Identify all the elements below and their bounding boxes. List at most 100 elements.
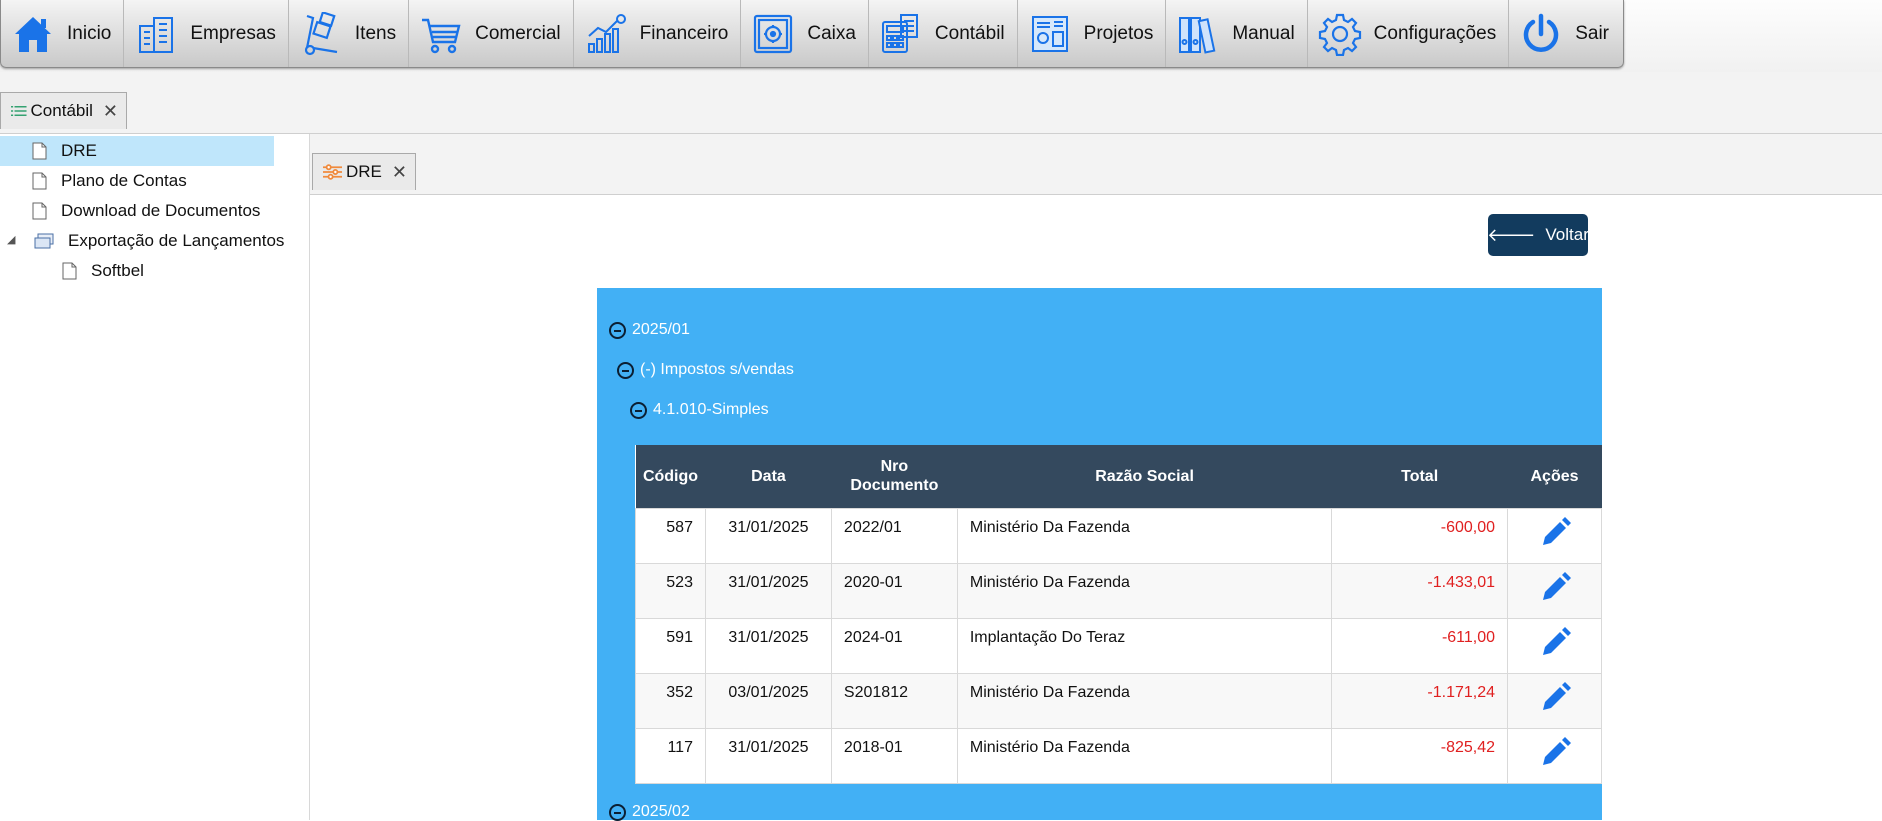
sidebar-item-label: Download de Documentos — [61, 201, 261, 220]
sidebar-item-exportacao-de-lancamentos[interactable]: Exportação de Lançamentos — [0, 226, 284, 256]
voltar-button[interactable]: 🡐 Voltar — [1487, 214, 1589, 256]
cell-total: -600,00 — [1331, 507, 1509, 564]
close-tab-icon[interactable]: ✕ — [392, 162, 407, 183]
edit-pencil-icon[interactable] — [1539, 571, 1571, 604]
cell-codigo: 352 — [635, 672, 706, 729]
menu-label: Inicio — [67, 22, 112, 44]
column-header-acoes: Ações — [1507, 445, 1602, 508]
edit-pencil-icon[interactable] — [1539, 626, 1571, 659]
document-icon — [32, 202, 47, 220]
voltar-label: Voltar — [1545, 225, 1589, 244]
menu-item-comercial[interactable]: Comercial — [409, 0, 574, 67]
sidebar-item-label: DRE — [61, 141, 97, 160]
cell-razao-social: Ministério Da Fazenda — [956, 672, 1333, 729]
menu-item-manual[interactable]: Manual — [1166, 0, 1308, 67]
tab-label: DRE — [346, 162, 382, 181]
sidebar-item-plano-de-contas[interactable]: Plano de Contas — [0, 166, 187, 196]
menu-item-contabil[interactable]: Contábil — [869, 0, 1018, 67]
cell-total: -611,00 — [1331, 617, 1509, 674]
menu-label: Itens — [354, 22, 397, 44]
cell-razao-social: Ministério Da Fazenda — [956, 507, 1333, 564]
group-label: 2025/01 — [632, 321, 690, 338]
edit-pencil-icon[interactable] — [1539, 736, 1571, 769]
cell-data: 31/01/2025 — [704, 617, 832, 674]
menu-item-caixa[interactable]: Caixa — [741, 0, 869, 67]
menu-label: Caixa — [807, 22, 856, 44]
cell-acoes — [1507, 617, 1602, 674]
cell-data: 31/01/2025 — [704, 507, 832, 564]
cell-data: 31/01/2025 — [704, 562, 832, 619]
group-period-2025-01[interactable]: 2025/01 — [609, 321, 690, 339]
cell-nro-documento: 2024-01 — [830, 617, 958, 674]
entries-table: Código Data Nro Documento Razão Social T… — [635, 445, 1602, 784]
sidebar-item-download-de-documentos[interactable]: Download de Documentos — [0, 196, 260, 226]
menu-item-empresas[interactable]: Empresas — [124, 0, 289, 67]
document-icon — [62, 262, 77, 280]
column-header-total[interactable]: Total — [1331, 445, 1508, 508]
cell-acoes — [1507, 672, 1602, 729]
cell-data: 31/01/2025 — [704, 727, 832, 784]
collapse-icon — [630, 401, 647, 419]
cell-acoes — [1507, 507, 1602, 564]
content-tab-strip: DRE ✕ — [310, 134, 1882, 195]
edit-pencil-icon[interactable] — [1539, 516, 1571, 549]
menu-label: Financeiro — [639, 22, 729, 44]
cell-razao-social: Ministério Da Fazenda — [956, 727, 1333, 784]
table-row: 352 03/01/2025 S201812 Ministério Da Faz… — [635, 672, 1602, 729]
cell-codigo: 591 — [635, 617, 706, 674]
cell-total: -1.433,01 — [1331, 562, 1509, 619]
safe-icon — [754, 14, 793, 53]
column-header-codigo[interactable]: Código — [635, 445, 706, 508]
group-period-2025-02[interactable]: 2025/02 — [609, 803, 690, 821]
column-header-razao-social[interactable]: Razão Social — [957, 445, 1332, 508]
menu-item-configuracoes[interactable]: Configurações — [1308, 0, 1510, 67]
close-tab-icon[interactable]: ✕ — [103, 101, 118, 122]
menu-label: Configurações — [1373, 22, 1497, 44]
module-tab-strip: Contábil ✕ — [0, 72, 1882, 134]
folder-stack-icon — [34, 233, 54, 249]
menu-label: Contábil — [934, 22, 1005, 44]
menu-label: Sair — [1575, 22, 1609, 44]
cell-codigo: 587 — [635, 507, 706, 564]
menu-item-financeiro[interactable]: Financeiro — [574, 0, 742, 67]
tab-contabil[interactable]: Contábil ✕ — [0, 92, 127, 129]
menu-label: Comercial — [475, 22, 561, 44]
menu-item-projetos[interactable]: Projetos — [1018, 0, 1167, 67]
group-label: 2025/02 — [632, 803, 690, 820]
document-icon — [32, 172, 47, 190]
column-header-nro-documento[interactable]: Nro Documento — [831, 445, 958, 508]
group-impostos-s-vendas[interactable]: (-) Impostos s/vendas — [617, 361, 794, 379]
sidebar-item-dre[interactable]: DRE — [0, 136, 274, 166]
main-menu: Inicio Empresas Itens Comercial Financei… — [0, 0, 1624, 68]
sidebar-item-label: Softbel — [91, 261, 144, 280]
menu-label: Empresas — [190, 22, 276, 44]
menu-label: Projetos — [1083, 22, 1154, 44]
collapse-icon — [617, 361, 634, 379]
cell-razao-social: Implantação Do Teraz — [956, 617, 1333, 674]
list-icon — [11, 106, 27, 116]
edit-pencil-icon[interactable] — [1539, 681, 1571, 714]
shopping-cart-icon — [422, 18, 461, 53]
buildings-icon — [139, 16, 174, 53]
home-icon — [15, 16, 51, 52]
group-account-4-1-010-simples[interactable]: 4.1.010-Simples — [630, 401, 769, 419]
sidebar-tree: DRE Plano de Contas Download de Document… — [0, 134, 310, 820]
table-row: 117 31/01/2025 2018-01 Ministério Da Faz… — [635, 727, 1602, 784]
dre-report-panel: 2025/01 (-) Impostos s/vendas 4.1.010-Si… — [597, 288, 1602, 821]
menu-label: Manual — [1232, 22, 1295, 44]
column-header-data[interactable]: Data — [705, 445, 832, 508]
cell-codigo: 523 — [635, 562, 706, 619]
sidebar-item-softbel[interactable]: Softbel — [0, 256, 144, 286]
document-icon — [32, 142, 47, 160]
tab-dre[interactable]: DRE ✕ — [312, 153, 416, 190]
cell-nro-documento: 2018-01 — [830, 727, 958, 784]
menu-item-itens[interactable]: Itens — [289, 0, 410, 67]
growth-chart-icon — [587, 13, 626, 53]
hand-truck-icon — [304, 11, 338, 55]
blueprint-icon — [1031, 15, 1068, 52]
sliders-icon — [323, 164, 342, 180]
menu-item-sair[interactable]: Sair — [1509, 0, 1623, 67]
cell-acoes — [1507, 727, 1602, 784]
power-icon — [1523, 13, 1559, 52]
menu-item-inicio[interactable]: Inicio — [1, 0, 125, 67]
